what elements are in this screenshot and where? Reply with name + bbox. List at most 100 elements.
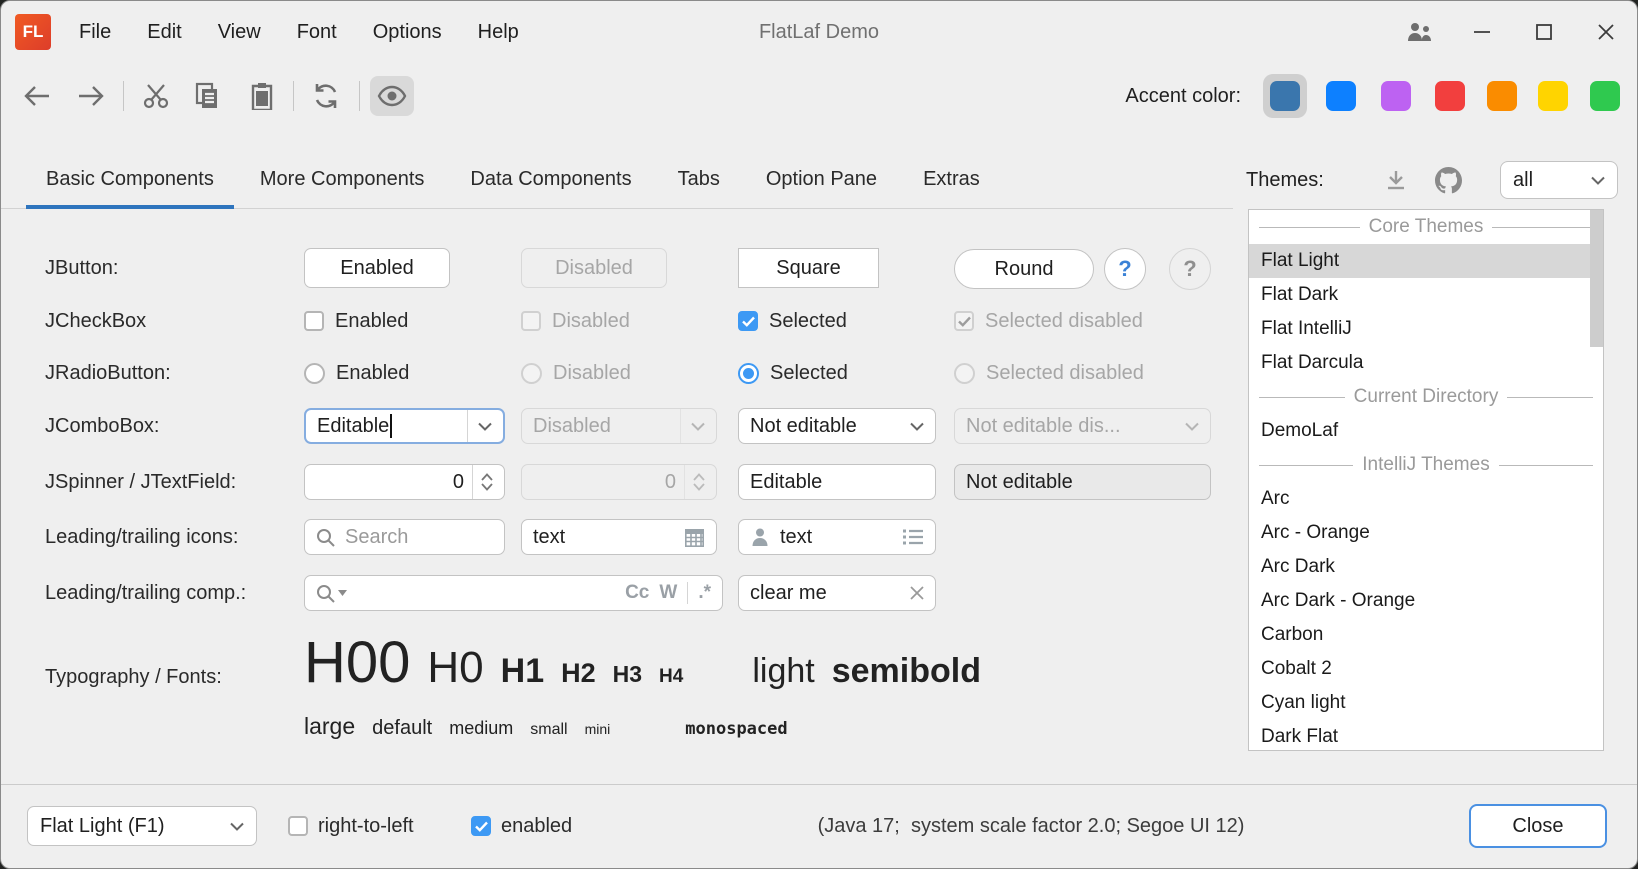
clearable-field[interactable]: clear me — [738, 575, 936, 611]
refresh-button[interactable] — [304, 76, 348, 116]
users-icon[interactable] — [1389, 1, 1451, 63]
theme-item-dark-flat[interactable]: Dark Flat — [1249, 720, 1603, 751]
radio-enabled[interactable]: Enabled — [304, 353, 505, 393]
tab-more-components[interactable]: More Components — [237, 151, 448, 208]
jbutton-label: JButton: — [45, 248, 118, 288]
textfield-editable[interactable]: Editable — [738, 464, 936, 500]
maximize-button[interactable] — [1513, 1, 1575, 63]
tab-option-pane[interactable]: Option Pane — [743, 151, 900, 208]
right-to-left-checkbox[interactable]: right-to-left — [288, 806, 414, 846]
tab-extras[interactable]: Extras — [900, 151, 1003, 208]
radio-selected-icon[interactable] — [738, 363, 759, 384]
menu-file[interactable]: File — [61, 1, 129, 63]
square-button[interactable]: Square — [738, 248, 879, 288]
show-hidden-eye-toggle[interactable] — [370, 76, 414, 116]
back-button[interactable] — [15, 76, 59, 116]
spinner-buttons[interactable] — [472, 465, 493, 499]
leading-trailing-comp-label: Leading/trailing comp.: — [45, 575, 246, 611]
accent-swatch-green[interactable] — [1590, 81, 1620, 111]
toolbar-separator — [123, 81, 124, 111]
theme-item-flat-darcula[interactable]: Flat Darcula — [1249, 346, 1603, 380]
checkbox-enabled[interactable]: Enabled — [304, 301, 505, 341]
text-field-user-list[interactable]: text — [738, 519, 936, 555]
accent-swatch-orange[interactable] — [1487, 81, 1517, 111]
checkbox-icon[interactable] — [288, 816, 308, 836]
theme-item-arc-dark-orange[interactable]: Arc Dark - Orange — [1249, 584, 1603, 618]
menu-options[interactable]: Options — [355, 1, 460, 63]
search-comp-field[interactable]: Cc W .* — [304, 575, 723, 611]
theme-item-cyan-light[interactable]: Cyan light — [1249, 686, 1603, 720]
chevron-down-icon[interactable] — [467, 410, 492, 442]
checkbox-checked-icon[interactable] — [738, 311, 758, 331]
jcheckbox-label: JCheckBox — [45, 301, 146, 341]
theme-item-flat-dark[interactable]: Flat Dark — [1249, 278, 1603, 312]
tab-tabs[interactable]: Tabs — [655, 151, 743, 208]
medium-sample: medium — [449, 718, 513, 739]
small-sample: small — [530, 721, 567, 739]
forward-button[interactable] — [69, 76, 113, 116]
accent-swatch-yellow[interactable] — [1538, 81, 1568, 111]
whole-words-button[interactable]: W — [659, 582, 677, 604]
accent-swatch-red[interactable] — [1435, 81, 1465, 111]
text-field-value: text — [780, 526, 812, 549]
round-button[interactable]: Round — [954, 249, 1094, 289]
paste-button[interactable] — [240, 76, 284, 116]
combobox-not-editable[interactable]: Not editable — [738, 408, 936, 444]
themes-filter-value: all — [1513, 169, 1533, 192]
github-icon[interactable] — [1431, 165, 1465, 195]
theme-item-cobalt-2[interactable]: Cobalt 2 — [1249, 652, 1603, 686]
theme-item-carbon[interactable]: Carbon — [1249, 618, 1603, 652]
theme-item-arc[interactable]: Arc — [1249, 482, 1603, 516]
close-button[interactable]: Close — [1469, 804, 1607, 848]
spinner-enabled[interactable]: 0 — [304, 464, 505, 500]
text-field-calendar[interactable]: text — [521, 519, 717, 555]
calendar-icon[interactable] — [684, 527, 705, 548]
checkbox-checked-icon[interactable] — [471, 816, 491, 836]
accent-swatch-blue-steel[interactable] — [1270, 81, 1300, 111]
enabled-button[interactable]: Enabled — [304, 248, 450, 288]
light-weight-sample: light — [752, 652, 814, 691]
h1-sample: H1 — [501, 652, 544, 691]
match-case-button[interactable]: Cc — [625, 582, 649, 604]
help-button[interactable]: ? — [1104, 248, 1146, 290]
theme-group-header: IntelliJ Themes — [1249, 448, 1603, 482]
combobox-editable[interactable]: Editable — [304, 408, 505, 444]
themes-filter-combobox[interactable]: all — [1500, 161, 1618, 199]
list-icon[interactable] — [902, 528, 924, 546]
scrollbar-thumb[interactable] — [1590, 210, 1603, 347]
lookandfeel-combobox[interactable]: Flat Light (F1) — [27, 806, 257, 846]
copy-button[interactable] — [185, 76, 229, 116]
theme-item-flat-intellij[interactable]: Flat IntelliJ — [1249, 312, 1603, 346]
checkbox-selected[interactable]: Selected — [738, 301, 936, 341]
theme-item-arc-orange[interactable]: Arc - Orange — [1249, 516, 1603, 550]
menu-font[interactable]: Font — [279, 1, 355, 63]
radio-selected-disabled-label: Selected disabled — [986, 362, 1144, 385]
chevron-down-icon — [230, 822, 244, 831]
chevron-down-icon[interactable] — [900, 409, 924, 443]
radio-icon[interactable] — [304, 363, 325, 384]
accent-swatch-purple[interactable] — [1381, 81, 1411, 111]
search-with-dropdown-icon[interactable] — [316, 584, 347, 603]
chevron-down-icon — [1591, 176, 1605, 185]
download-icon[interactable] — [1379, 165, 1413, 195]
search-field[interactable]: Search — [304, 519, 505, 555]
cut-button[interactable] — [134, 76, 178, 116]
radio-selected[interactable]: Selected — [738, 353, 936, 393]
tab-data-components[interactable]: Data Components — [447, 151, 654, 208]
checkbox-icon[interactable] — [304, 311, 324, 331]
menu-view[interactable]: View — [200, 1, 279, 63]
minimize-button[interactable] — [1451, 1, 1513, 63]
tab-basic-components[interactable]: Basic Components — [23, 151, 237, 208]
close-window-button[interactable] — [1575, 1, 1637, 63]
regex-button[interactable]: .* — [698, 582, 711, 604]
theme-item-arc-dark[interactable]: Arc Dark — [1249, 550, 1603, 584]
h0-sample: H0 — [427, 643, 483, 693]
accent-swatch-blue[interactable] — [1326, 81, 1356, 111]
theme-item-flat-light[interactable]: Flat Light — [1249, 244, 1603, 278]
enabled-checkbox[interactable]: enabled — [471, 806, 572, 846]
menu-edit[interactable]: Edit — [129, 1, 199, 63]
menu-help[interactable]: Help — [460, 1, 537, 63]
clear-icon[interactable] — [910, 586, 924, 600]
theme-item-demolaf[interactable]: DemoLaf — [1249, 414, 1603, 448]
accent-swatch-selected[interactable] — [1263, 74, 1307, 118]
